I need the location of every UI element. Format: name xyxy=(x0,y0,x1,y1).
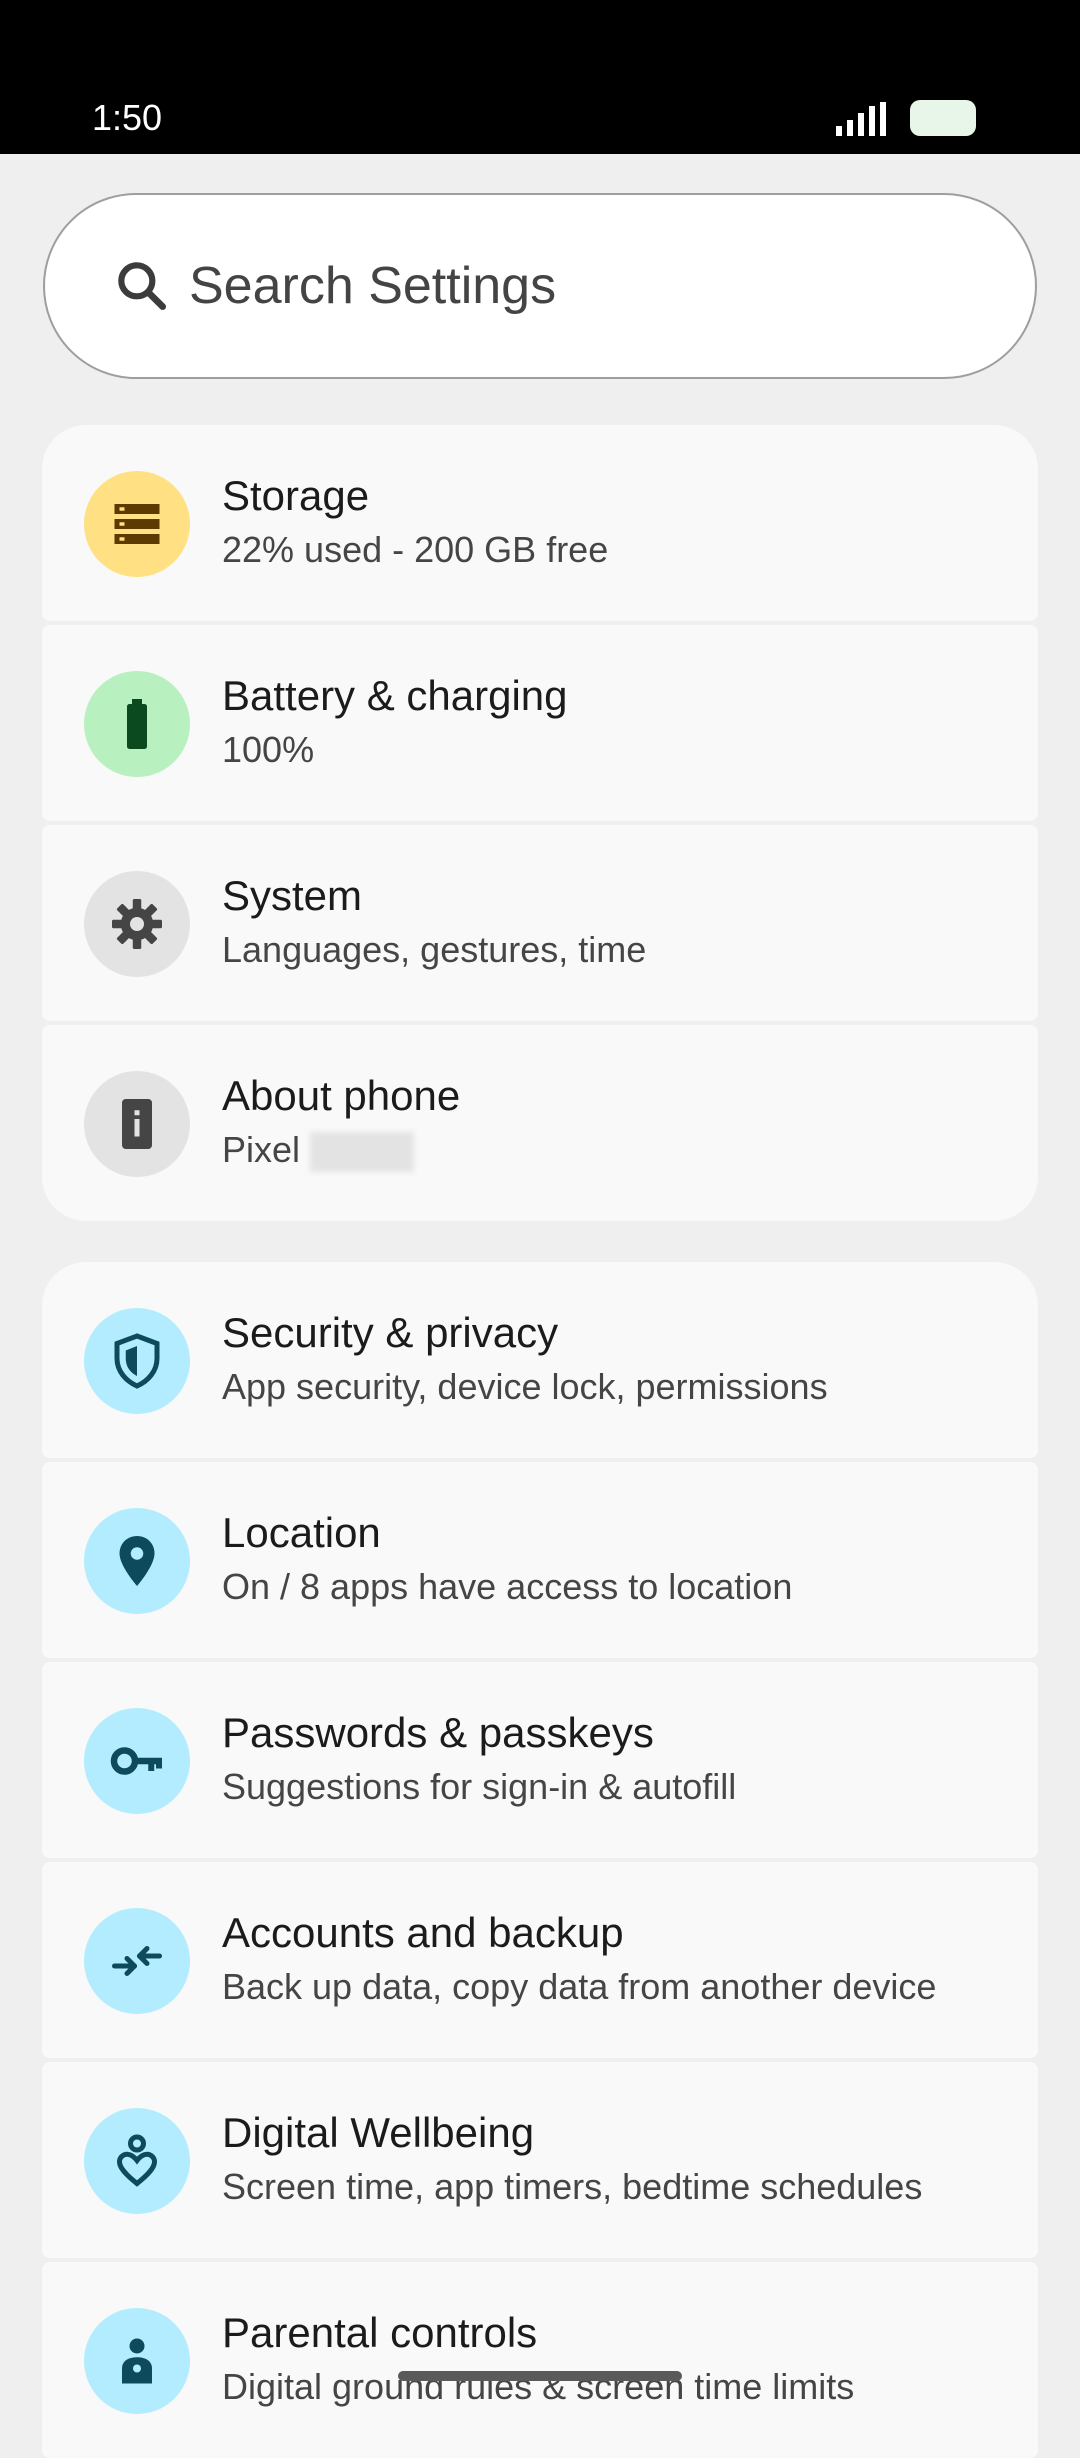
item-subtitle: Suggestions for sign-in & autofill xyxy=(222,1766,737,1807)
battery-icon xyxy=(910,100,976,136)
settings-item-location[interactable]: Location On / 8 apps have access to loca… xyxy=(42,1462,1038,1658)
item-title: Parental controls xyxy=(222,2309,538,2356)
status-bar: 1:50 xyxy=(0,0,1080,154)
status-icons xyxy=(836,98,976,138)
item-title: Passwords & passkeys xyxy=(222,1709,654,1756)
item-subtitle: On / 8 apps have access to location xyxy=(222,1566,793,1607)
item-subtitle: 100% xyxy=(222,729,315,770)
location-pin-icon xyxy=(84,1508,190,1614)
parental-controls-icon xyxy=(84,2308,190,2414)
device-model: Pixel xyxy=(222,1129,301,1170)
settings-item-parental-controls[interactable]: Parental controls Digital ground rules &… xyxy=(42,2262,1038,2458)
shield-icon xyxy=(84,1308,190,1414)
signal-icon xyxy=(836,102,886,136)
item-subtitle: Back up data, copy data from another dev… xyxy=(222,1966,937,2007)
search-input[interactable] xyxy=(189,241,889,331)
sync-arrows-icon xyxy=(84,1908,190,2014)
item-title: About phone xyxy=(222,1072,461,1119)
storage-icon xyxy=(84,471,190,577)
settings-item-battery[interactable]: Battery & charging 100% xyxy=(42,625,1038,821)
search-bar[interactable] xyxy=(43,193,1037,379)
item-title: Battery & charging xyxy=(222,672,568,719)
phone-info-icon xyxy=(84,1071,190,1177)
settings-item-about-phone[interactable]: About phone Pixel xyxy=(42,1025,1038,1221)
search-icon xyxy=(118,262,167,311)
item-title: Accounts and backup xyxy=(222,1909,624,1956)
item-title: Digital Wellbeing xyxy=(222,2109,535,2156)
gesture-nav-handle[interactable] xyxy=(398,2371,682,2381)
item-title: Storage xyxy=(222,472,370,519)
item-subtitle: Pixel xyxy=(222,1127,415,1173)
settings-item-security-privacy[interactable]: Security & privacy App security, device … xyxy=(42,1262,1038,1458)
item-subtitle: Screen time, app timers, bedtime schedul… xyxy=(222,2166,923,2207)
settings-item-passwords[interactable]: Passwords & passkeys Suggestions for sig… xyxy=(42,1662,1038,1858)
battery-icon xyxy=(84,671,190,777)
key-icon xyxy=(84,1708,190,1814)
item-subtitle: App security, device lock, permissions xyxy=(222,1366,828,1407)
item-title: Location xyxy=(222,1509,381,1556)
settings-item-storage[interactable]: Storage 22% used - 200 GB free xyxy=(42,425,1038,621)
item-subtitle: Languages, gestures, time xyxy=(222,929,647,970)
wellbeing-heart-icon xyxy=(84,2108,190,2214)
redacted-model xyxy=(310,1132,415,1173)
item-title: System xyxy=(222,872,363,919)
item-title: Security & privacy xyxy=(222,1309,559,1356)
status-time: 1:50 xyxy=(92,97,163,138)
settings-item-digital-wellbeing[interactable]: Digital Wellbeing Screen time, app timer… xyxy=(42,2062,1038,2258)
item-subtitle: 22% used - 200 GB free xyxy=(222,529,609,570)
settings-item-accounts-backup[interactable]: Accounts and backup Back up data, copy d… xyxy=(42,1862,1038,2058)
gear-icon xyxy=(84,871,190,977)
settings-item-system[interactable]: System Languages, gestures, time xyxy=(42,825,1038,1021)
